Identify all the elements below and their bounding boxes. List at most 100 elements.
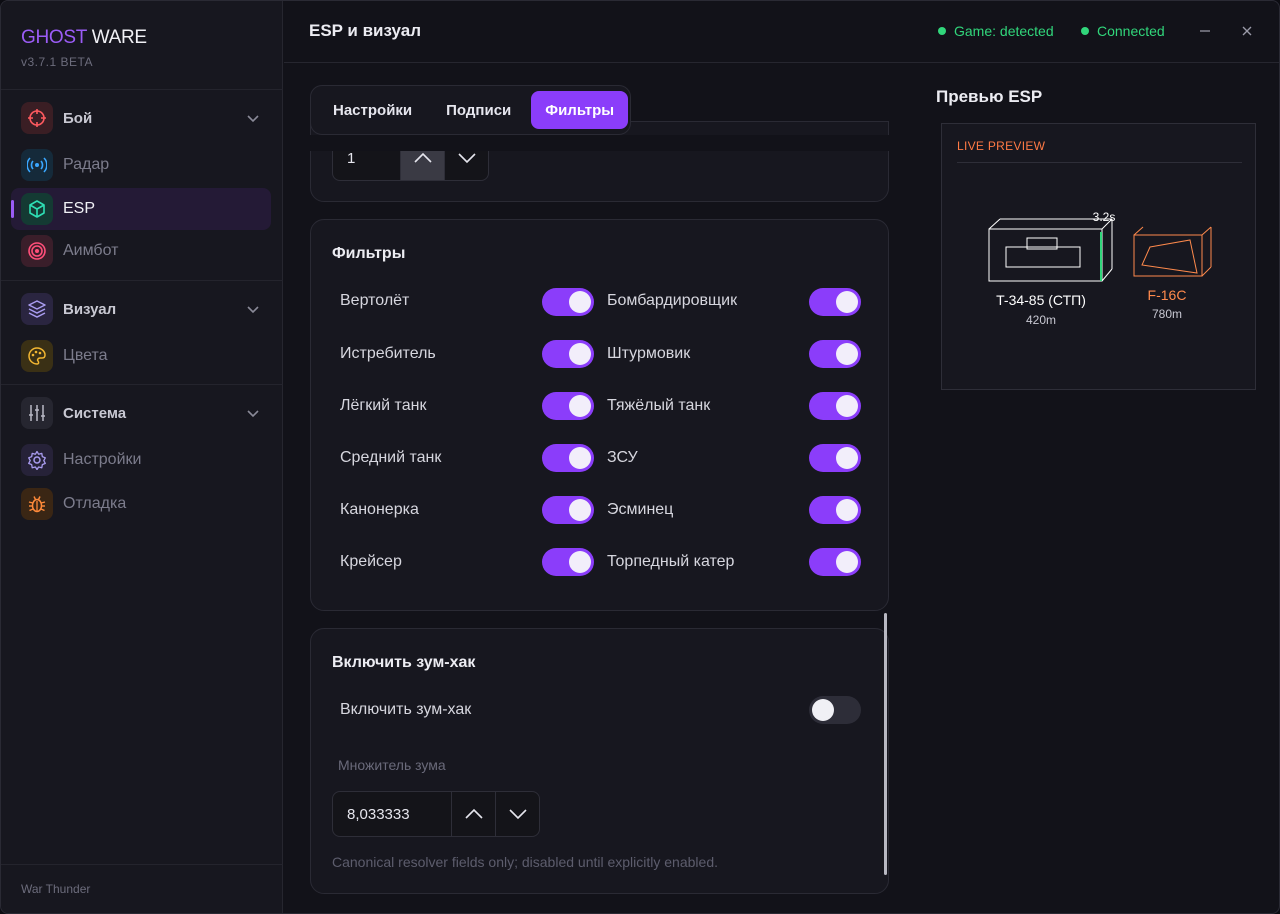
filter-label: Средний танк: [340, 449, 442, 466]
nav-item-radar[interactable]: Радар: [11, 144, 271, 186]
preview-title: Превью ESP: [936, 87, 1043, 106]
scrollbar[interactable]: [884, 613, 887, 875]
tab-labels[interactable]: Подписи: [432, 91, 525, 129]
nav-label: Визуал: [63, 300, 117, 318]
target-distance: 780m: [1151, 307, 1183, 321]
nav-item-colors[interactable]: Цвета: [11, 335, 271, 377]
radar-icon: [21, 149, 53, 181]
nav-label: Отладка: [63, 495, 127, 512]
divider: [1, 280, 283, 281]
zoom-hack-toggle[interactable]: [809, 696, 861, 724]
zoom-toggle-label: Включить зум-хак: [340, 701, 472, 718]
filter-toggle[interactable]: [809, 288, 861, 316]
filter-toggle[interactable]: [809, 392, 861, 420]
layers-icon: [21, 293, 53, 325]
multiplier-label: Множитель зума: [338, 757, 446, 773]
filter-label: Канонерка: [340, 501, 419, 518]
chevron-down-icon: [457, 153, 476, 164]
filter-label: Крейсер: [340, 553, 402, 570]
filter-toggle[interactable]: [542, 548, 594, 576]
filter-toggle[interactable]: [542, 496, 594, 524]
divider: [1, 864, 283, 865]
filter-toggle[interactable]: [542, 288, 594, 316]
decrement-button[interactable]: [495, 792, 539, 836]
cube-icon: [21, 193, 53, 225]
stepper-value[interactable]: 8,033333: [333, 792, 451, 836]
tab-filters[interactable]: Фильтры: [531, 91, 629, 129]
app-window: GHOST WARE v3.7.1 BETA Бой Радар ESP Аим…: [0, 0, 1280, 914]
filter-label: ЗСУ: [607, 449, 638, 466]
reload-timer: 3.2s: [1092, 210, 1116, 224]
nav-group-visual[interactable]: Визуал: [11, 288, 271, 330]
filter-label: Бомбардировщик: [607, 292, 738, 309]
version-label: v3.7.1 BETA: [21, 55, 93, 69]
close-icon: [1242, 26, 1252, 36]
target-name: T-34-85 (СТП): [996, 292, 1086, 308]
chevron-down-icon: [247, 306, 259, 314]
card-title: Фильтры: [332, 245, 406, 262]
page-title: ESP и визуал: [309, 21, 422, 40]
filter-toggle[interactable]: [542, 392, 594, 420]
esp-preview-drawing: [988, 218, 1212, 282]
minimize-button[interactable]: [1193, 19, 1217, 43]
chevron-up-icon: [413, 152, 432, 163]
nav-label: Радар: [63, 156, 110, 173]
target-distance: 420m: [1025, 313, 1057, 327]
sidebar: GHOST WARE v3.7.1 BETA Бой Радар ESP Аим…: [1, 1, 283, 913]
close-button[interactable]: [1235, 19, 1259, 43]
nav-item-aimbot[interactable]: Аимбот: [11, 230, 271, 272]
chevron-down-icon: [247, 115, 259, 123]
tab-settings[interactable]: Настройки: [319, 91, 426, 129]
zoom-multiplier-stepper[interactable]: 8,033333: [332, 791, 540, 837]
nav-label: ESP: [63, 200, 96, 217]
esp-preview-panel: LIVE PREVIEW 3.2s T-34-85 (СТП) 420m F-1…: [941, 123, 1256, 390]
increment-button[interactable]: [451, 792, 495, 836]
filter-label: Торпедный катер: [607, 553, 735, 570]
divider: [1, 384, 283, 385]
status-dot-icon: [938, 27, 946, 35]
filter-label: Вертолёт: [340, 292, 410, 309]
scroll-mask: [310, 135, 889, 151]
brand-logo: GHOST WARE: [21, 27, 147, 48]
game-name-footer: War Thunder: [21, 882, 91, 896]
connection-status: Connected: [1081, 23, 1165, 39]
filter-toggle[interactable]: [809, 444, 861, 472]
minimize-icon: [1200, 30, 1210, 32]
nav-item-debug[interactable]: Отладка: [11, 483, 271, 525]
chevron-up-icon: [464, 808, 483, 819]
title-bar: ESP и визуал Game: detected Connected: [284, 1, 1279, 63]
nav-label: Цвета: [63, 347, 108, 364]
nav-label: Бой: [63, 109, 93, 127]
gear-icon: [21, 444, 53, 476]
filter-toggle[interactable]: [809, 340, 861, 368]
chevron-down-icon: [508, 809, 527, 820]
filter-toggle[interactable]: [809, 548, 861, 576]
card-title: Включить зум-хак: [332, 654, 476, 671]
plane-esp-box: [1133, 226, 1212, 277]
nav-group-system[interactable]: Система: [11, 392, 271, 434]
tab-bar: Настройки Подписи Фильтры: [310, 85, 631, 135]
target-name: F-16C: [1147, 287, 1187, 303]
filter-label: Эсминец: [607, 501, 674, 518]
filter-toggle[interactable]: [542, 444, 594, 472]
filter-label: Тяжёлый танк: [607, 397, 711, 414]
nav-label: Аимбот: [63, 242, 119, 259]
nav-label: Система: [63, 404, 127, 422]
bug-icon: [21, 488, 53, 520]
target-icon: [21, 235, 53, 267]
chevron-down-icon: [247, 410, 259, 418]
nav-item-settings[interactable]: Настройки: [11, 439, 271, 481]
tank-esp-box: [988, 218, 1113, 282]
filter-toggle[interactable]: [542, 340, 594, 368]
zoom-hack-card: Включить зум-хак Включить зум-хак Множит…: [310, 628, 889, 894]
nav-item-esp[interactable]: ESP: [11, 188, 271, 230]
sliders-icon: [21, 397, 53, 429]
crosshair-icon: [21, 102, 53, 134]
filter-toggle[interactable]: [809, 496, 861, 524]
nav-label: Настройки: [63, 451, 142, 468]
status-dot-icon: [1081, 27, 1089, 35]
filter-label: Штурмовик: [607, 345, 691, 362]
nav-group-combat[interactable]: Бой: [11, 97, 271, 139]
divider: [1, 89, 283, 90]
palette-icon: [21, 340, 53, 372]
